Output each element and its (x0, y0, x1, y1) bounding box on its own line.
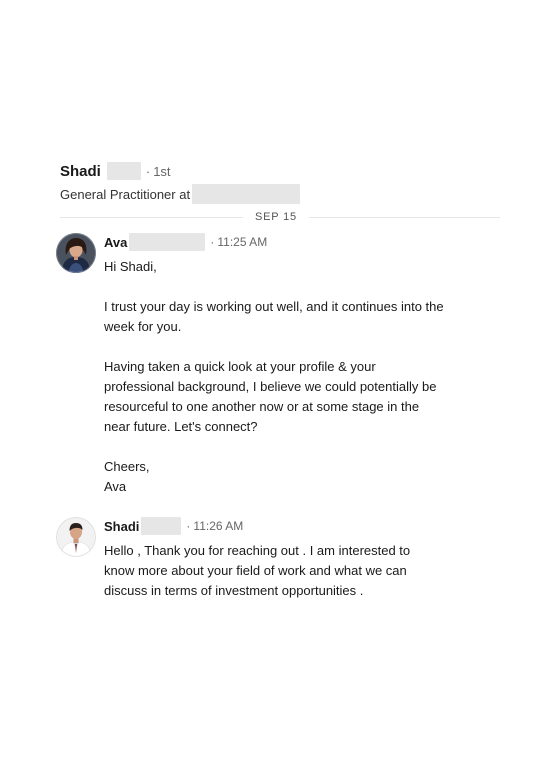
message-item: Shadi · 11:26 AM Hello , Thank you for re… (56, 517, 496, 617)
avatar[interactable] (56, 517, 96, 557)
date-divider-label: SEP 15 (255, 211, 297, 223)
date-divider: SEP 15 (60, 209, 500, 225)
message-sender[interactable]: Shadi (104, 519, 139, 534)
connection-degree-label: 1st (153, 163, 171, 179)
message-sender[interactable]: Ava (104, 235, 127, 250)
message-item: Ava · 11:25 AM Hi Shadi, I trust your day… (56, 233, 496, 503)
redacted-surname (129, 233, 206, 251)
message-paragraph: Cheers, Ava (104, 459, 150, 494)
redacted-company (192, 184, 301, 204)
divider-line-right (308, 216, 500, 218)
conversation-header: Shadi · 1st General Practitioner at (60, 160, 500, 204)
message-meta: Ava · 11:25 AM (104, 233, 267, 251)
message-paragraph: Having taken a quick look at your profil… (104, 359, 437, 434)
avatar[interactable] (56, 233, 96, 273)
message-paragraph: Hello , Thank you for reaching out . I a… (104, 543, 411, 598)
message-time-label: 11:26 AM (193, 519, 244, 533)
message-body: Hi Shadi, I trust your day is working ou… (104, 257, 444, 497)
message-paragraph: I trust your day is working out well, an… (104, 299, 444, 334)
contact-name-row: Shadi · 1st (60, 160, 500, 182)
message-meta: Shadi · 11:26 AM (104, 517, 243, 535)
message-time-label: 11:25 AM (217, 235, 268, 249)
headline-text: General Practitioner at (60, 186, 191, 202)
avatar-image (56, 233, 96, 273)
connection-degree: · 1st (145, 163, 171, 179)
redacted-surname (141, 517, 182, 535)
avatar-image (56, 517, 96, 557)
divider-line-left (60, 216, 243, 218)
message-time: · 11:25 AM (210, 235, 268, 249)
redacted-surname (106, 162, 141, 180)
message-paragraph: Hi Shadi, (104, 259, 157, 274)
contact-headline: General Practitioner at (60, 184, 500, 204)
contact-name[interactable]: Shadi (60, 163, 101, 180)
message-body: Hello , Thank you for reaching out . I a… (104, 541, 444, 601)
message-time: · 11:26 AM (186, 519, 244, 533)
